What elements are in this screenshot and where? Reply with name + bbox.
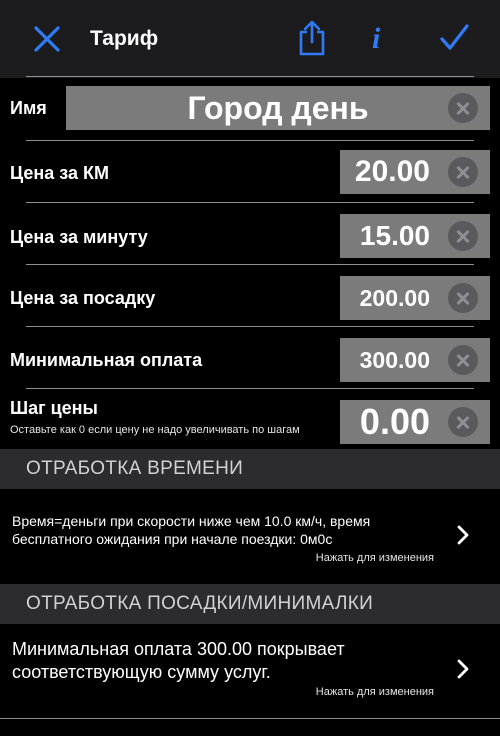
boarding-settings-row[interactable]: Минимальная оплата 300.00 покрывает соот… [0,626,500,716]
row-action-text: Нажать для изменения [315,686,434,698]
divider [0,718,500,719]
time-settings-row[interactable]: Время=деньги при скорости ниже чем 10.0 … [0,490,500,580]
section-header-boarding: ОТРАБОТКА ПОСАДКИ/МИНИМАЛКИ [0,584,500,624]
row-text-line: бесплатного ожидания при начале поездки:… [12,531,333,547]
info-icon[interactable]: i [372,22,380,56]
section-title: ОТРАБОТКА ПОСАДКИ/МИНИМАЛКИ [26,593,374,614]
clear-icon[interactable] [448,221,478,251]
price-km-value: 20.00 [354,155,430,188]
min-payment-value: 300.00 [359,347,430,373]
price-km-field[interactable]: 20.00 [340,150,490,194]
price-step-field[interactable]: 0.00 [340,400,490,444]
price-step-hint: Оставьте как 0 если цену не надо увеличи… [10,424,300,436]
price-km-label: Цена за КМ [10,163,109,183]
boarding-settings-text: Минимальная оплата 300.00 покрывает соот… [12,638,345,684]
name-field[interactable]: Город день [66,86,490,130]
time-settings-text: Время=деньги при скорости ниже чем 10.0 … [12,512,370,548]
row-text-line: соответствующую сумму услуг. [12,662,271,682]
checkmark-icon[interactable] [438,22,470,54]
clear-icon[interactable] [448,93,478,123]
price-step-label: Шаг цены [10,398,98,418]
divider [26,388,474,389]
page-title: Тариф [90,27,159,50]
clear-icon[interactable] [448,407,478,437]
min-payment-field[interactable]: 300.00 [340,338,490,382]
price-boarding-label: Цена за посадку [10,288,156,308]
row-text-line: Минимальная оплата 300.00 покрывает [12,639,345,659]
navigation-bar: Тариф i [0,0,500,78]
close-icon[interactable] [30,22,64,56]
price-minute-field[interactable]: 15.00 [340,214,490,258]
row-action-text: Нажать для изменения [315,552,434,564]
divider [26,326,474,327]
divider [26,202,474,203]
section-header-time: ОТРАБОТКА ВРЕМЕНИ [0,449,500,489]
min-payment-label: Минимальная оплата [10,350,203,370]
price-boarding-value: 200.00 [359,285,430,311]
chevron-right-icon [457,525,469,545]
price-minute-label: Цена за минуту [10,227,148,247]
section-title: ОТРАБОТКА ВРЕМЕНИ [26,458,244,479]
name-label: Имя [10,98,47,118]
chevron-right-icon [457,659,469,679]
price-boarding-field[interactable]: 200.00 [340,276,490,320]
divider [26,264,474,265]
price-step-value: 0.00 [359,401,430,442]
name-value: Город день [187,90,369,126]
share-icon[interactable] [296,20,328,56]
divider [26,140,474,141]
clear-icon[interactable] [448,157,478,187]
clear-icon[interactable] [448,283,478,313]
clear-icon[interactable] [448,345,478,375]
divider [26,76,474,77]
row-text-line: Время=деньги при скорости ниже чем 10.0 … [12,513,371,529]
price-minute-value: 15.00 [359,220,430,251]
